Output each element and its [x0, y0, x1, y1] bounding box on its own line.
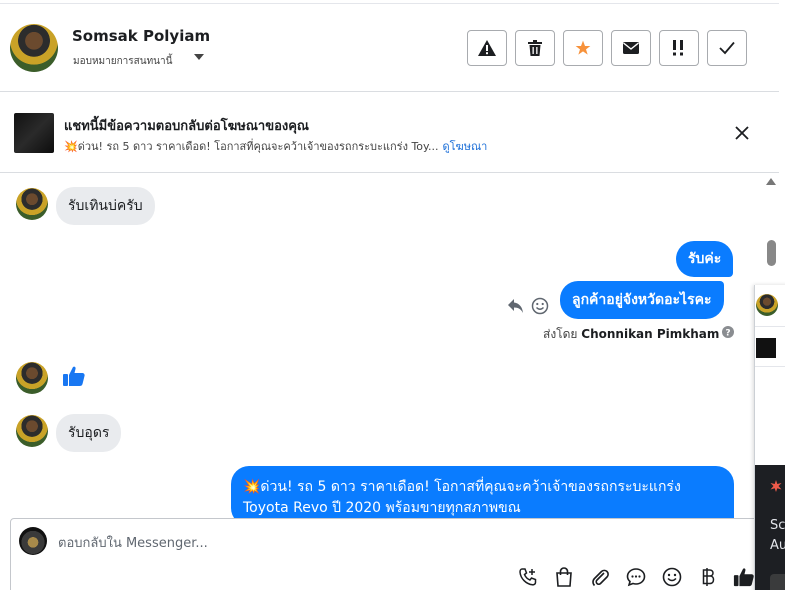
close-icon[interactable] — [733, 124, 751, 142]
baht-icon — [702, 568, 715, 586]
side-divider — [755, 326, 785, 327]
follow-up-button[interactable] — [659, 30, 699, 66]
react-emoji-icon[interactable] — [531, 297, 549, 315]
chat-bubble-icon — [626, 568, 646, 587]
message-text: 💥ด่วน! รถ 5 ดาว ราคาเดือด! โอกาสที่คุณจะ… — [243, 479, 681, 495]
exclamation-icon — [673, 40, 683, 56]
side-ad-thumbnail[interactable] — [756, 338, 776, 358]
shopping-bag-icon — [556, 567, 572, 587]
send-like-button[interactable] — [733, 566, 755, 588]
check-icon — [719, 41, 735, 55]
message-bubble-incoming[interactable]: รับเทินบ่ครับ — [56, 187, 155, 225]
trash-icon — [528, 40, 542, 56]
ad-reply-banner: แชทนี้มีข้อความตอบกลับต่อโฆษณาของคุณ 💥ด่… — [0, 93, 779, 173]
side-card-text: Au — [770, 538, 785, 553]
message-text: ลูกค้าอยู่จังหวัดอะไรคะ — [572, 292, 712, 308]
ad-preview-line: 💥ด่วน! รถ 5 ดาว ราคาเดือด! โอกาสที่คุณจะ… — [64, 137, 487, 155]
sender-avatar[interactable] — [16, 188, 48, 220]
thumbs-up-icon[interactable] — [62, 364, 86, 388]
side-card-button[interactable] — [770, 574, 785, 590]
ad-banner-title: แชทนี้มีข้อความตอบกลับต่อโฆษณาของคุณ — [64, 119, 309, 134]
message-bubble-outgoing[interactable]: 💥ด่วน! รถ 5 ดาว ราคาเดือด! โอกาสที่คุณจะ… — [231, 466, 734, 526]
scrollbar-thumb[interactable] — [767, 240, 776, 266]
reply-icon[interactable] — [507, 298, 525, 314]
saved-replies-button[interactable] — [625, 566, 647, 588]
ad-preview-text: 💥ด่วน! รถ 5 ดาว ราคาเดือด! โอกาสที่คุณจะ… — [64, 140, 439, 153]
thumbs-up-icon — [733, 568, 754, 587]
mark-done-button[interactable] — [707, 30, 747, 66]
message-bubble-outgoing[interactable]: ลูกค้าอยู่จังหวัดอะไรคะ — [560, 281, 724, 319]
report-button[interactable] — [467, 30, 507, 66]
smiley-icon — [662, 567, 682, 587]
message-text: รับเทินบ่ครับ — [68, 198, 143, 214]
phone-plus-icon — [519, 568, 537, 586]
message-text: รับอุดร — [68, 425, 110, 441]
reply-composer — [10, 518, 770, 590]
delete-button[interactable] — [515, 30, 555, 66]
shop-button[interactable] — [553, 566, 575, 588]
emoji-button[interactable] — [661, 566, 683, 588]
star-icon — [575, 40, 591, 55]
mark-unread-button[interactable] — [611, 30, 651, 66]
svg-text:?: ? — [725, 328, 730, 338]
sender-avatar[interactable] — [16, 362, 48, 394]
attach-button[interactable] — [589, 566, 611, 588]
side-card-text: Sc — [770, 518, 785, 533]
side-divider — [755, 366, 785, 367]
call-button[interactable] — [517, 566, 539, 588]
star-button[interactable] — [563, 30, 603, 66]
payment-button[interactable] — [697, 566, 719, 588]
message-text-continued: Toyota Revo ปี 2020 พร้อมขายทุกสภาพขณ — [243, 500, 521, 516]
sent-by-prefix: ส่งโดย — [543, 327, 578, 341]
warning-icon — [478, 40, 496, 56]
message-text-block: 💥ด่วน! รถ 5 ดาว ราคาเดือด! โอกาสที่คุณจะ… — [243, 477, 681, 519]
paperclip-icon — [592, 569, 609, 587]
contact-avatar[interactable] — [10, 24, 58, 72]
page-avatar — [19, 527, 47, 555]
sender-avatar[interactable] — [16, 415, 48, 447]
message-text: รับค่ะ — [688, 251, 722, 267]
help-icon[interactable]: ? — [722, 326, 734, 338]
ad-thumbnail[interactable] — [14, 113, 54, 153]
explosion-icon — [770, 480, 782, 492]
sent-by-label: ส่งโดย Chonnikan Pimkham — [543, 325, 719, 344]
chevron-down-icon[interactable] — [194, 54, 204, 60]
reply-input[interactable] — [58, 533, 738, 553]
side-contact-avatar[interactable] — [756, 294, 778, 316]
view-ad-link[interactable]: ดูโฆษณา — [442, 140, 487, 153]
conversation-header: Somsak Polyiam มอบหมายการสนทนานี้ — [0, 4, 779, 92]
envelope-icon — [623, 42, 639, 54]
message-bubble-incoming[interactable]: รับอุดร — [56, 414, 122, 452]
message-bubble-outgoing[interactable]: รับค่ะ — [676, 241, 734, 277]
scroll-up-arrow[interactable] — [766, 178, 776, 185]
contact-name[interactable]: Somsak Polyiam — [72, 27, 210, 45]
sent-by-agent: Chonnikan Pimkham — [581, 327, 720, 341]
assign-conversation-label[interactable]: มอบหมายการสนทนานี้ — [73, 54, 172, 69]
